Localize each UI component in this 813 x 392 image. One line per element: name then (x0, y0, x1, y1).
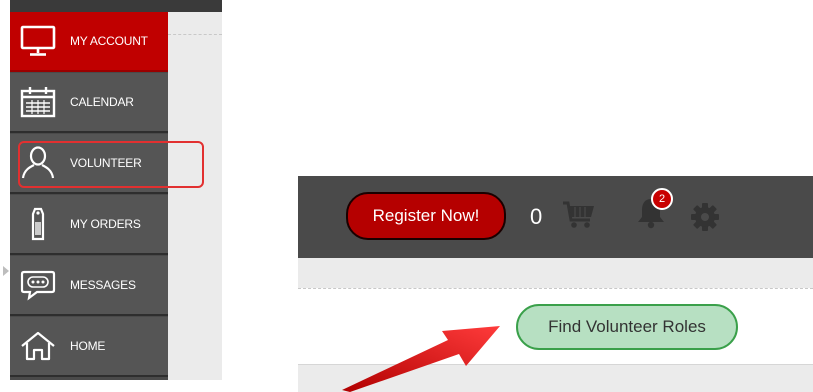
top-strip (10, 0, 222, 12)
dashed-divider (168, 34, 222, 35)
sidebar-item-label: MY ACCOUNT (70, 34, 148, 48)
home-icon (18, 326, 58, 366)
sidebar-item-home[interactable]: HOME (10, 317, 168, 377)
header-bar: Register Now! 0 2 (298, 176, 813, 258)
volunteer-highlight-box (18, 141, 204, 188)
sidebar-item-label: MESSAGES (70, 278, 136, 292)
sidebar-panel: MY ACCOUNT CALENDAR VOLUNTEER MY ORDERS … (0, 0, 222, 392)
content-header-band (298, 258, 813, 288)
register-now-button[interactable]: Register Now! (346, 192, 506, 240)
find-volunteer-roles-button[interactable]: Find Volunteer Roles (516, 304, 738, 350)
cart-count: 0 (530, 204, 543, 229)
sidebar-item-label: CALENDAR (70, 95, 134, 109)
content-area-edge (168, 12, 222, 380)
content-footer-band (298, 364, 813, 392)
tag-icon (18, 204, 58, 244)
monitor-icon (18, 21, 58, 61)
sidebar-item-calendar[interactable]: CALENDAR (10, 73, 168, 133)
dashed-divider (298, 288, 813, 289)
calendar-icon (18, 82, 58, 122)
sidebar-item-label: MY ORDERS (70, 217, 141, 231)
sidebar-item-label: HOME (70, 339, 106, 353)
chat-icon (18, 265, 58, 305)
sidebar-item-messages[interactable]: MESSAGES (10, 256, 168, 316)
sidebar-item-my-orders[interactable]: MY ORDERS (10, 195, 168, 255)
expand-arrow-icon[interactable] (3, 266, 9, 276)
sidebar-nav: MY ACCOUNT CALENDAR VOLUNTEER MY ORDERS … (10, 12, 168, 380)
cart-icon[interactable] (562, 200, 596, 235)
gear-icon[interactable] (690, 202, 720, 237)
sidebar-item-my-account[interactable]: MY ACCOUNT (10, 12, 168, 72)
notification-badge: 2 (651, 188, 673, 210)
